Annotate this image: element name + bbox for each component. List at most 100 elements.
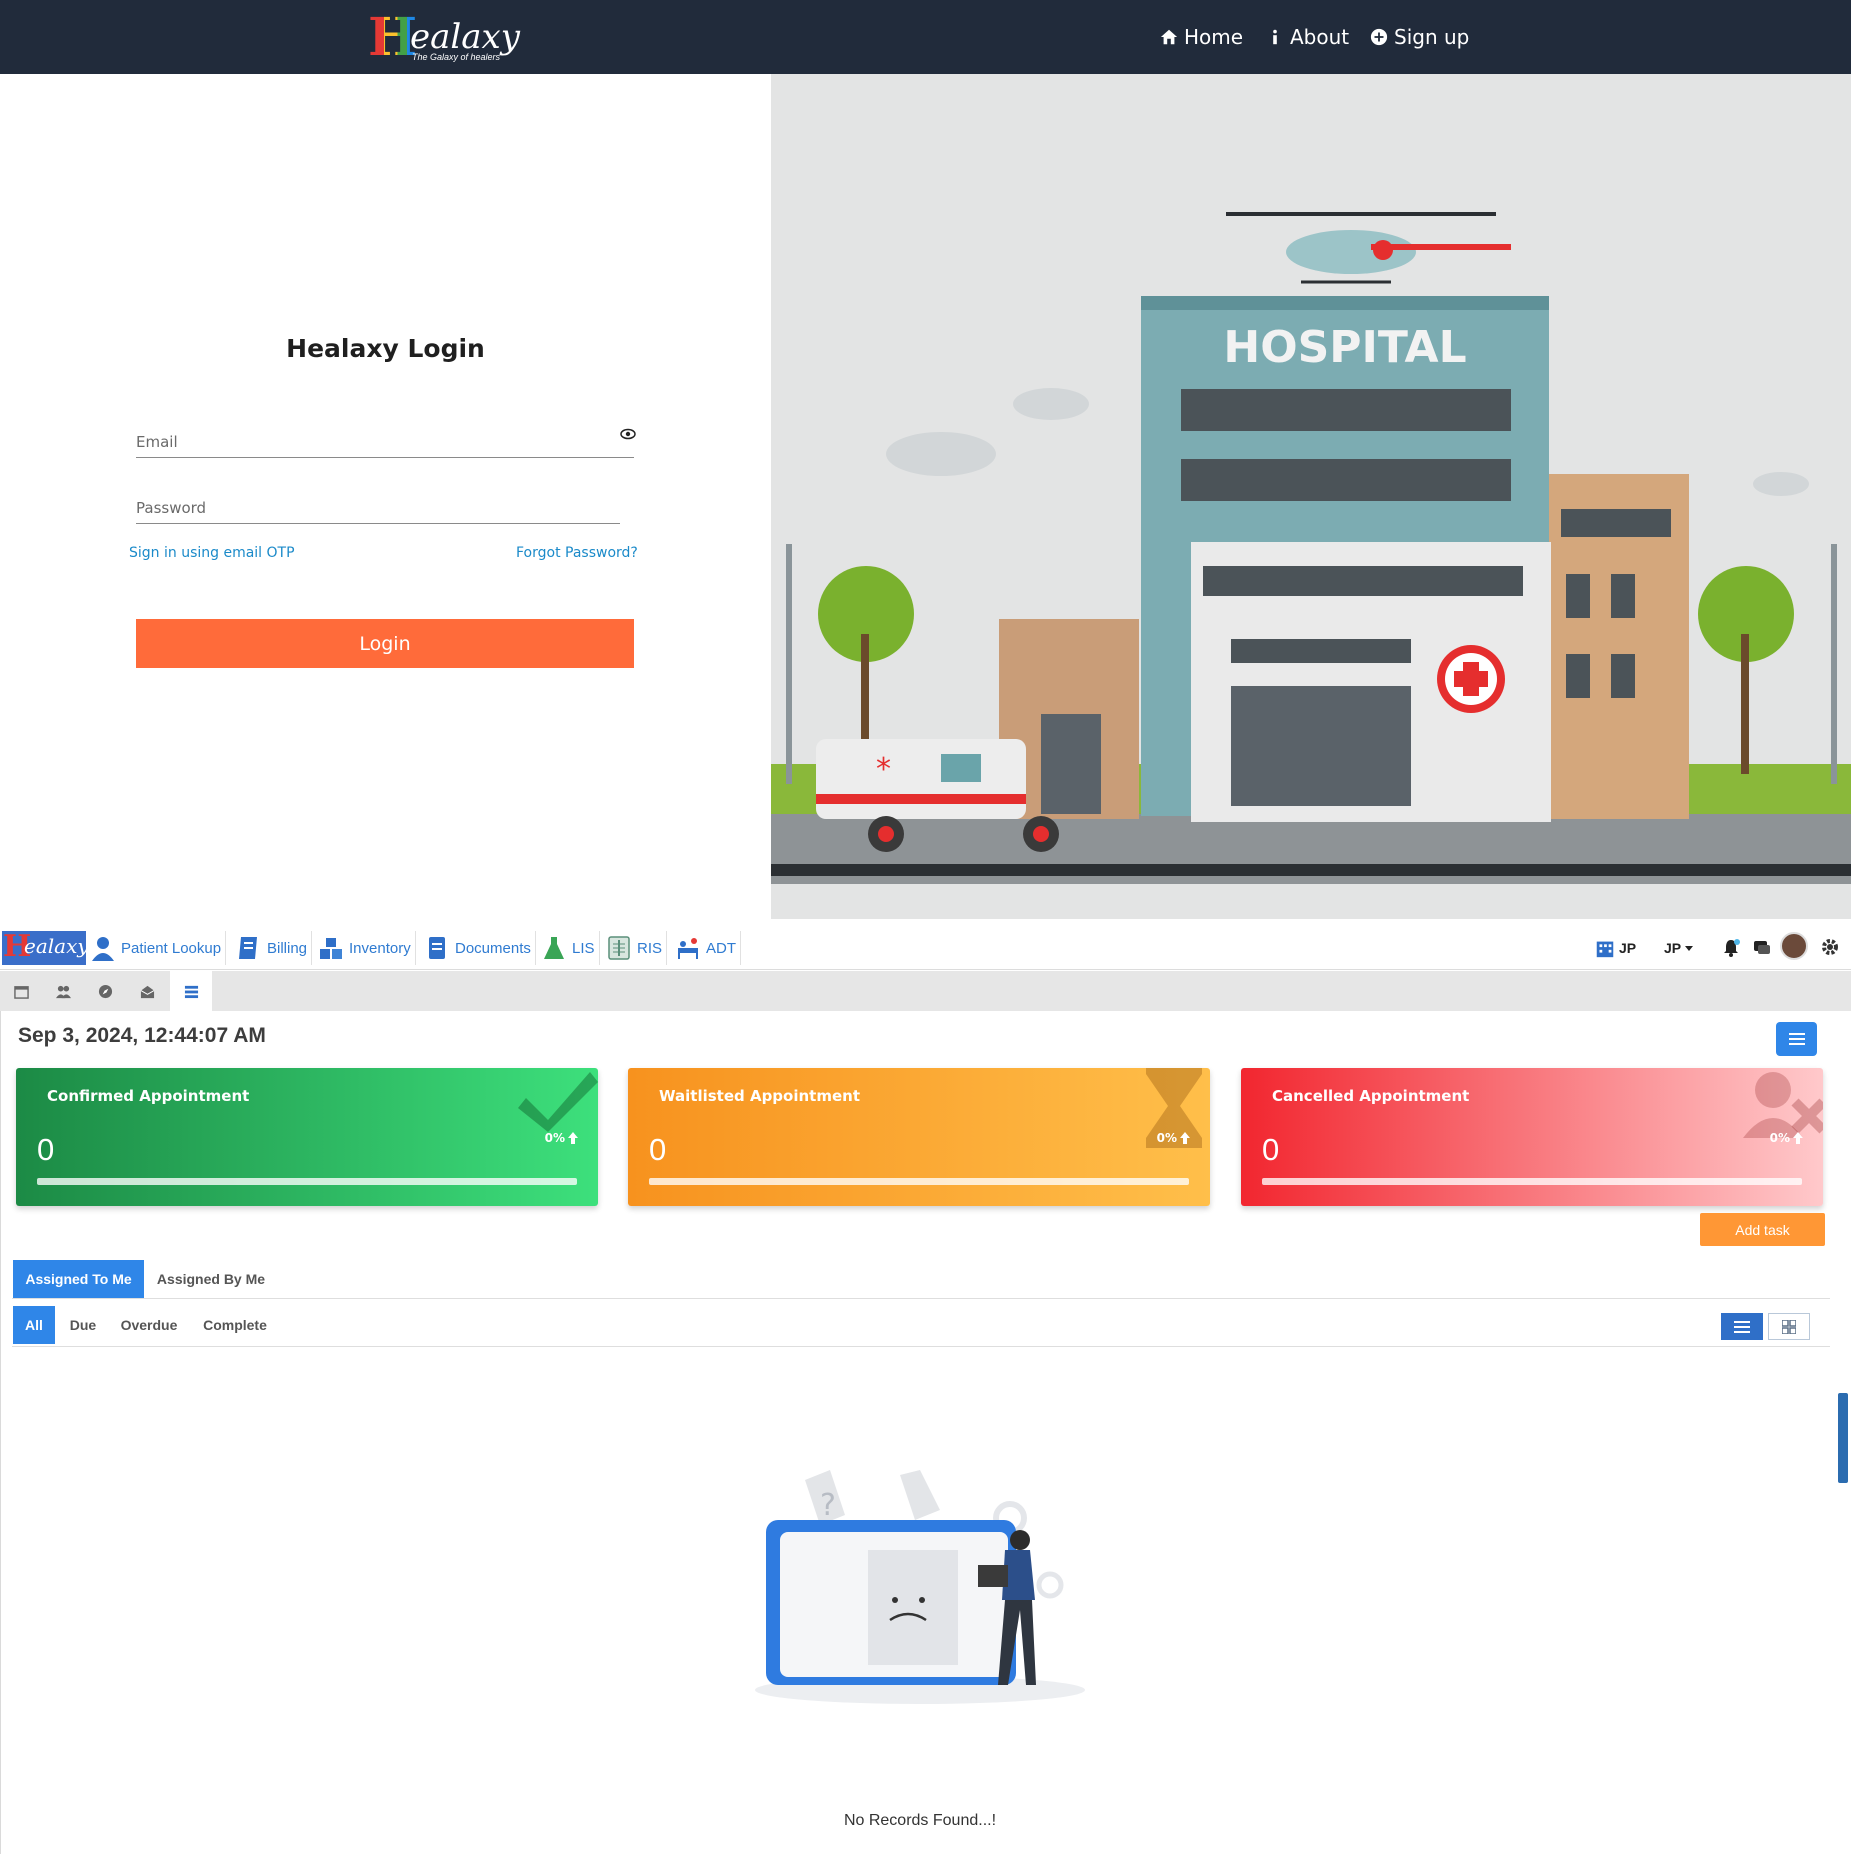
empty-state-message: No Records Found...! xyxy=(843,1812,997,1829)
app-navbar: H ealaxy Patient Lookup Billing Inventor… xyxy=(0,926,1851,970)
confirmed-appointment-card[interactable]: Confirmed Appointment 0 0% xyxy=(16,1068,598,1206)
flask-icon xyxy=(544,937,564,959)
app-logo-text: ealaxy xyxy=(24,934,86,958)
filter-all[interactable]: All xyxy=(13,1306,55,1344)
tasks-tab[interactable] xyxy=(170,971,212,1011)
email-field[interactable] xyxy=(136,428,634,458)
module-label: LIS xyxy=(572,939,595,957)
card-progress-bar xyxy=(1262,1178,1802,1185)
module-documents[interactable]: Documents xyxy=(424,931,536,965)
cancelled-appointment-card[interactable]: Cancelled Appointment 0 0% xyxy=(1241,1068,1823,1206)
filter-complete[interactable]: Complete xyxy=(192,1306,278,1344)
app-logo[interactable]: H ealaxy xyxy=(2,931,86,965)
card-percent-value: 0% xyxy=(544,1131,565,1145)
logo-tagline: The Galaxy of healers xyxy=(412,52,501,62)
module-label: Inventory xyxy=(349,939,411,957)
tabs-divider xyxy=(12,1298,1830,1299)
card-percent-value: 0% xyxy=(1156,1131,1177,1145)
password-field[interactable] xyxy=(136,494,620,524)
building-icon xyxy=(1596,941,1614,958)
module-label: ADT xyxy=(706,939,736,957)
caret-down-icon xyxy=(1685,946,1694,951)
hospital-illustration: HOSPITAL * xyxy=(771,74,1851,919)
otp-signin-link[interactable]: Sign in using email OTP xyxy=(129,545,295,561)
card-count: 0 xyxy=(649,1132,667,1167)
module-label: Documents xyxy=(455,939,531,957)
xray-icon xyxy=(608,936,630,960)
add-task-button[interactable]: Add task xyxy=(1700,1213,1825,1246)
invoice-icon xyxy=(239,937,257,959)
card-label: Cancelled Appointment xyxy=(1272,1087,1470,1105)
waitlisted-appointment-card[interactable]: Waitlisted Appointment 0 0% xyxy=(628,1068,1210,1206)
svg-text:*: * xyxy=(876,752,891,787)
filter-overdue[interactable]: Overdue xyxy=(110,1306,188,1344)
nav-signup-link[interactable]: Sign up xyxy=(1370,24,1469,50)
card-percent-value: 0% xyxy=(1769,1131,1790,1145)
module-inventory[interactable]: Inventory xyxy=(318,931,416,965)
nav-home-link[interactable]: Home xyxy=(1160,24,1243,50)
boxes-icon xyxy=(320,938,342,959)
home-icon xyxy=(1160,29,1178,45)
module-adt[interactable]: ADT xyxy=(675,931,741,965)
module-ris[interactable]: RIS xyxy=(606,931,668,965)
nav-home-label: Home xyxy=(1184,25,1244,49)
gear-icon[interactable] xyxy=(1820,937,1840,957)
list-icon xyxy=(1734,1320,1750,1333)
filter-due[interactable]: Due xyxy=(60,1306,106,1344)
top-navbar: H ealaxy The Galaxy of healers Home Abou… xyxy=(0,0,1851,74)
grid-view-button[interactable] xyxy=(1768,1313,1810,1340)
info-icon xyxy=(1273,29,1277,45)
compass-icon xyxy=(98,984,112,998)
envelope-open-icon xyxy=(140,985,154,998)
hospital-scene-svg: HOSPITAL * xyxy=(771,212,1851,884)
hospital-sign: HOSPITAL xyxy=(1223,322,1466,373)
module-label: Patient Lookup xyxy=(121,939,222,957)
list-view-button[interactable] xyxy=(1721,1313,1763,1340)
card-count: 0 xyxy=(37,1132,55,1167)
organization-code: JP xyxy=(1619,940,1637,956)
tasks-list-icon xyxy=(184,985,198,998)
grid-icon xyxy=(1782,1319,1796,1334)
email-input[interactable] xyxy=(136,428,634,456)
card-count: 0 xyxy=(1262,1132,1280,1167)
tab-assigned-to-me[interactable]: Assigned To Me xyxy=(13,1260,144,1298)
nav-about-link[interactable]: About xyxy=(1266,24,1349,50)
login-title: Healaxy Login xyxy=(286,334,485,363)
card-percent: 0% xyxy=(1157,1131,1190,1145)
documents-icon xyxy=(429,937,445,959)
password-input[interactable] xyxy=(136,494,620,522)
compass-tab[interactable] xyxy=(84,971,126,1011)
arrow-up-icon xyxy=(1180,1132,1190,1144)
users-tab[interactable] xyxy=(42,971,84,1011)
bell-icon[interactable] xyxy=(1722,938,1740,958)
current-datetime: Sep 3, 2024, 12:44:07 AM xyxy=(18,1024,266,1047)
logo-text: ealaxy xyxy=(410,17,520,57)
users-icon xyxy=(55,985,71,998)
mail-tab[interactable] xyxy=(126,971,168,1011)
calendar-tab[interactable] xyxy=(0,971,42,1011)
healaxy-logo[interactable]: H ealaxy The Galaxy of healers xyxy=(368,10,520,68)
card-label: Confirmed Appointment xyxy=(47,1087,250,1105)
chat-icon[interactable] xyxy=(1752,938,1772,958)
empty-state-illustration: ? xyxy=(755,1470,1085,1704)
card-progress-bar xyxy=(649,1178,1189,1185)
user-code: JP xyxy=(1664,940,1682,956)
user-avatar[interactable] xyxy=(1780,932,1808,960)
nav-signup-label: Sign up xyxy=(1394,25,1470,49)
module-label: RIS xyxy=(637,939,663,957)
organization-selector[interactable]: JP xyxy=(1594,936,1636,960)
forgot-password-link[interactable]: Forgot Password? xyxy=(516,545,638,561)
user-dropdown[interactable]: JP xyxy=(1664,936,1694,960)
tab-assigned-by-me[interactable]: Assigned By Me xyxy=(148,1260,274,1298)
card-percent: 0% xyxy=(545,1131,578,1145)
scrollbar-thumb[interactable] xyxy=(1838,1393,1848,1483)
nav-about-label: About xyxy=(1290,25,1350,49)
module-label: Billing xyxy=(267,939,308,957)
card-percent: 0% xyxy=(1770,1131,1803,1145)
login-button[interactable]: Login xyxy=(136,619,634,668)
module-patient-lookup[interactable]: Patient Lookup xyxy=(90,931,227,965)
module-billing[interactable]: Billing xyxy=(236,931,313,965)
eye-icon[interactable] xyxy=(620,426,636,442)
module-lis[interactable]: LIS xyxy=(541,931,600,965)
menu-button[interactable] xyxy=(1776,1022,1817,1056)
